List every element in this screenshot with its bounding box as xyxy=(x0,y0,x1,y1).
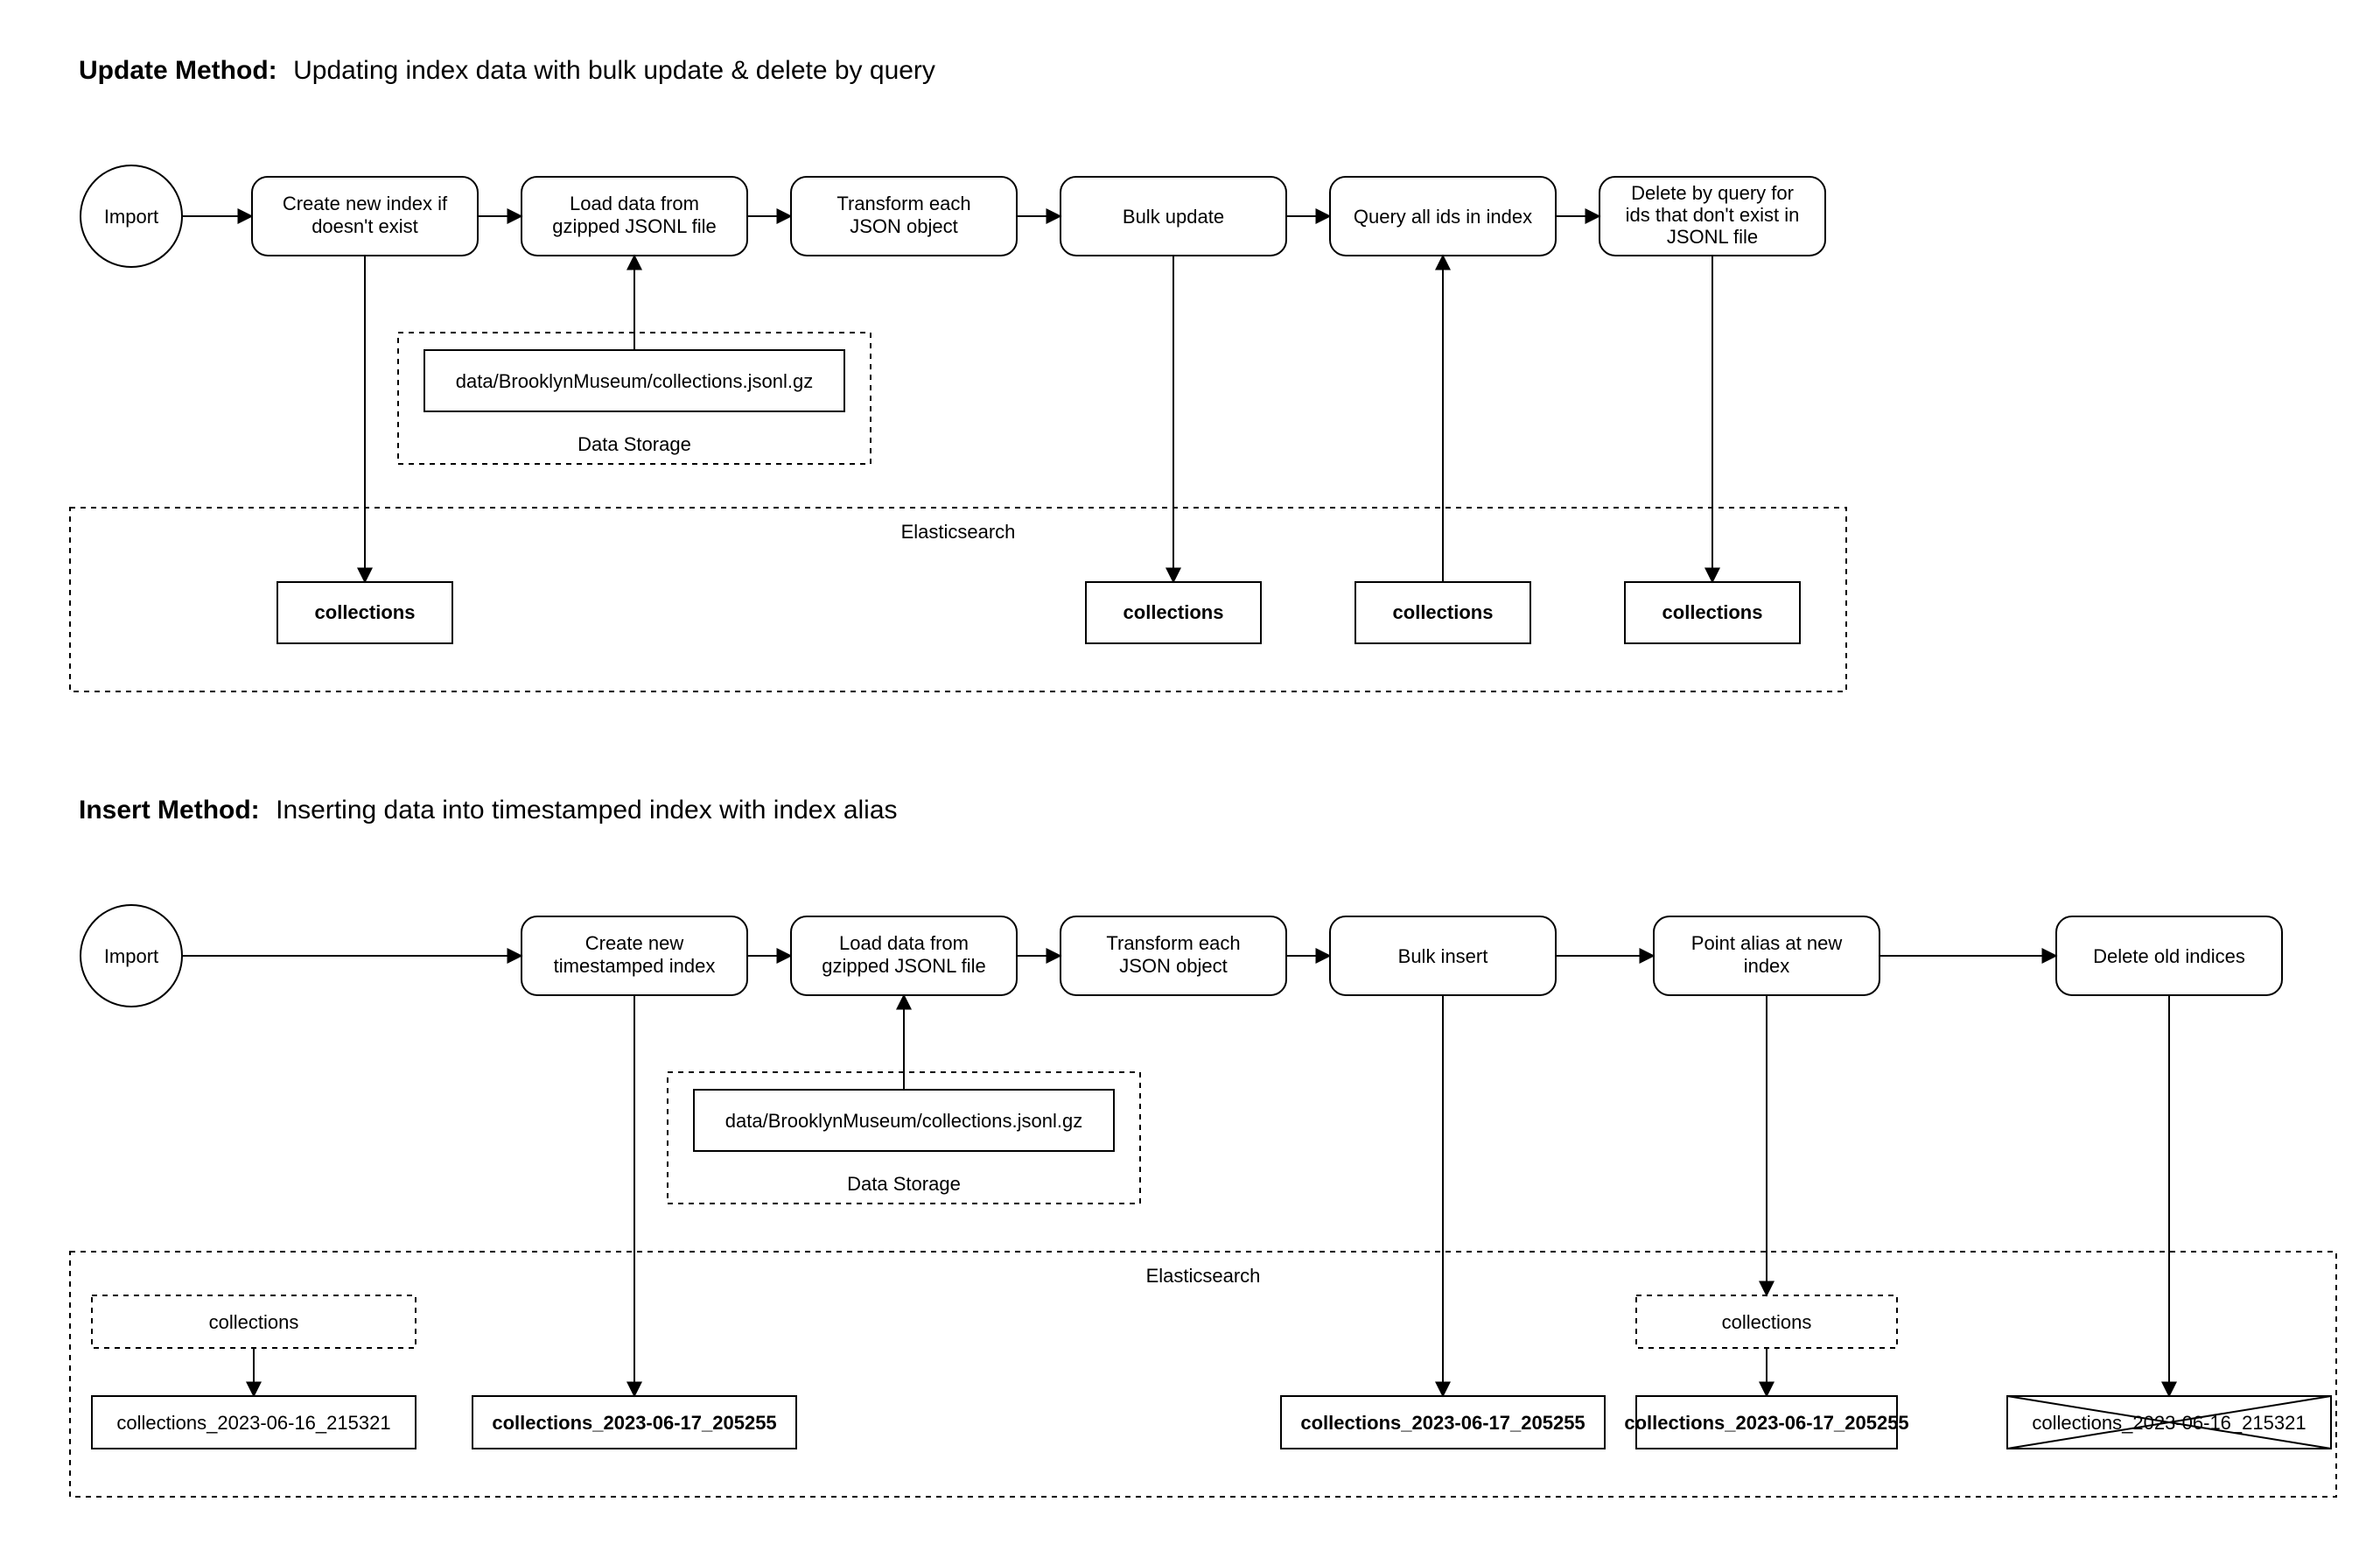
collections-label: collections xyxy=(1393,601,1494,623)
index-new-label: collections_2023-06-17_205255 xyxy=(492,1412,776,1434)
svg-text:JSON object: JSON object xyxy=(1119,955,1228,977)
svg-text:Bulk update: Bulk update xyxy=(1123,206,1224,228)
import-label: Import xyxy=(104,945,158,967)
svg-text:Load data from: Load data from xyxy=(570,193,699,214)
svg-text:Load data from: Load data from xyxy=(839,932,969,954)
insert-delete-old-node: Delete old indices xyxy=(2056,916,2282,995)
svg-text:doesn't exist: doesn't exist xyxy=(312,215,418,237)
svg-text:Bulk insert: Bulk insert xyxy=(1398,945,1488,967)
update-bulk-node: Bulk update xyxy=(1060,177,1286,256)
svg-text:gzipped JSONL file: gzipped JSONL file xyxy=(552,215,717,237)
data-storage-label: Data Storage xyxy=(578,433,691,455)
deleted-index-node: collections_2023-06-16_215321 xyxy=(2007,1396,2331,1449)
data-file-label: data/BrooklynMuseum/collections.jsonl.gz xyxy=(456,370,813,392)
update-load-data-node: Load data from gzipped JSONL file xyxy=(522,177,747,256)
update-transform-node: Transform each JSON object xyxy=(791,177,1017,256)
update-delete-node: Delete by query for ids that don't exist… xyxy=(1600,177,1825,256)
data-storage-label: Data Storage xyxy=(847,1173,961,1195)
index-old-label: collections_2023-06-16_215321 xyxy=(2032,1412,2306,1434)
elasticsearch-label: Elasticsearch xyxy=(1146,1265,1261,1287)
insert-point-alias-node: Point alias at new index xyxy=(1654,916,1880,995)
insert-create-index-node: Create new timestamped index xyxy=(522,916,747,995)
svg-text:Create new: Create new xyxy=(585,932,684,954)
insert-data-storage-group: data/BrooklynMuseum/collections.jsonl.gz… xyxy=(668,1072,1140,1204)
alias-collections-label: collections xyxy=(1722,1311,1812,1333)
elasticsearch-label: Elasticsearch xyxy=(901,521,1016,543)
insert-transform-node: Transform each JSON object xyxy=(1060,916,1286,995)
insert-load-data-node: Load data from gzipped JSONL file xyxy=(791,916,1017,995)
svg-text:Transform each: Transform each xyxy=(1106,932,1240,954)
index-old-label: collections_2023-06-16_215321 xyxy=(116,1412,390,1434)
insert-bulk-node: Bulk insert xyxy=(1330,916,1556,995)
svg-text:JSON object: JSON object xyxy=(850,215,958,237)
import-label: Import xyxy=(104,206,158,228)
svg-text:Query all ids in index: Query all ids in index xyxy=(1354,206,1532,228)
svg-text:gzipped JSONL file: gzipped JSONL file xyxy=(822,955,986,977)
svg-text:ids that don't exist in: ids that don't exist in xyxy=(1626,204,1800,226)
alias-collections-label: collections xyxy=(209,1311,299,1333)
svg-text:Create new index if: Create new index if xyxy=(283,193,448,214)
svg-text:Point alias at new: Point alias at new xyxy=(1691,932,1843,954)
update-data-storage-group: data/BrooklynMuseum/collections.jsonl.gz… xyxy=(398,333,871,464)
update-elasticsearch-group: Elasticsearch collections collections co… xyxy=(70,508,1846,691)
svg-text:Delete by query for: Delete by query for xyxy=(1631,182,1794,204)
update-create-index-node: Create new index if doesn't exist xyxy=(252,177,478,256)
index-new-label: collections_2023-06-17_205255 xyxy=(1300,1412,1585,1434)
svg-text:index: index xyxy=(1744,955,1790,977)
collections-label: collections xyxy=(315,601,416,623)
svg-text:Delete old indices: Delete old indices xyxy=(2093,945,2245,967)
update-import-node: Import xyxy=(80,165,182,267)
update-query-ids-node: Query all ids in index xyxy=(1330,177,1556,256)
diagram-root: Update Method: Updating index data with … xyxy=(0,0,2380,1558)
insert-import-node: Import xyxy=(80,905,182,1007)
update-title: Update Method: Updating index data with … xyxy=(79,56,935,85)
insert-title: Insert Method: Inserting data into times… xyxy=(79,796,898,825)
svg-text:Transform each: Transform each xyxy=(836,193,970,214)
index-new-label: collections_2023-06-17_205255 xyxy=(1624,1412,1908,1434)
svg-text:JSONL file: JSONL file xyxy=(1667,226,1758,248)
svg-text:timestamped index: timestamped index xyxy=(554,955,716,977)
data-file-label: data/BrooklynMuseum/collections.jsonl.gz xyxy=(725,1110,1082,1132)
collections-label: collections xyxy=(1662,601,1763,623)
collections-label: collections xyxy=(1124,601,1224,623)
insert-elasticsearch-group: Elasticsearch collections collections_20… xyxy=(70,1252,2336,1497)
